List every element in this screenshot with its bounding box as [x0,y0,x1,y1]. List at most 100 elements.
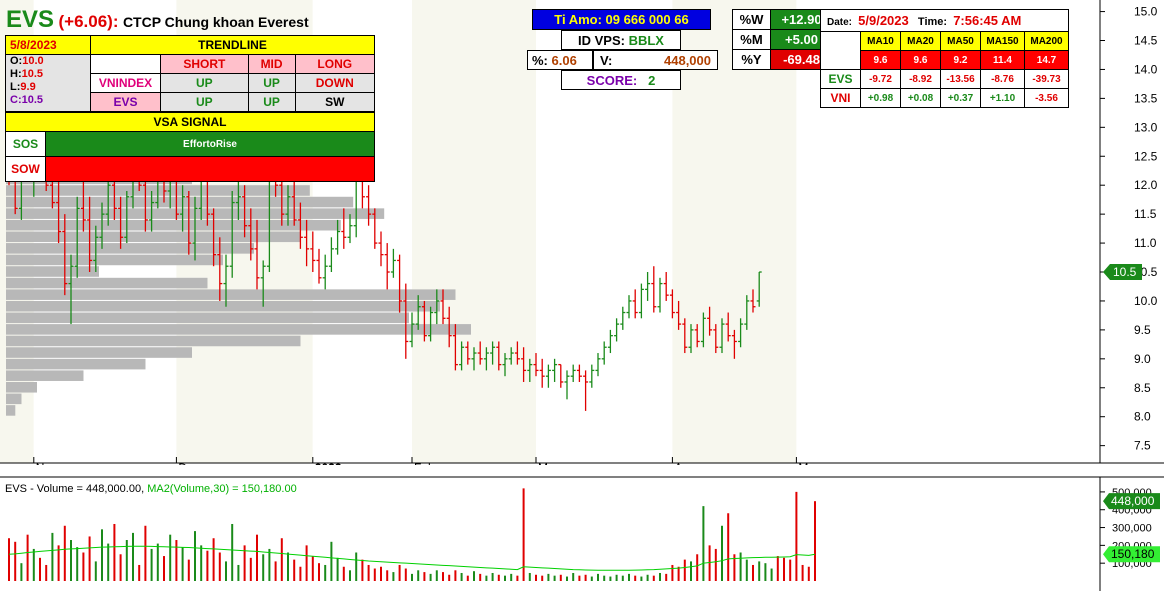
perf-label: %Y [732,49,771,70]
ma-header: MA150 [980,31,1025,51]
vsa-title: VSA SIGNAL [5,112,375,132]
volume-profile-bar [6,347,192,358]
ticker-symbol: EVS [6,6,55,33]
price-tick-label: 15.0 [1134,5,1158,19]
trend-cell: DOWN [294,73,375,93]
volume-profile-bar [6,393,22,405]
volume-profile-bar [6,277,208,289]
price-tick-label: 8.0 [1134,410,1151,424]
ma-diff: -8.92 [900,69,941,89]
score-box: SCORE: 2 [561,70,681,90]
contact-line: Ti Amo: 09 666 000 66 [532,9,711,30]
sos-label: SOS [5,131,46,157]
ma-volume-label: 150,180 [1111,547,1155,561]
trend-cell: UP [160,92,249,112]
trend-cell: SW [294,92,375,112]
price-change: (+6.06): [58,12,119,31]
ohlc-open: O:10.0 [10,55,44,67]
ma-value: 9.6 [860,50,901,70]
volume-profile-bar [6,358,146,370]
ma-diff: +1.10 [980,88,1025,108]
header-title: EVS (+6.06): CTCP Chung khoan Everest [6,6,309,34]
ma-value: 9.6 [900,50,941,70]
price-tick-label: 13.5 [1134,91,1158,105]
volume-profile-bar [6,335,301,347]
volume-profile-bar [6,254,223,266]
price-tick-label: 14.0 [1134,62,1158,76]
price-tick-label: 14.5 [1134,34,1158,48]
sos-value: EffortoRise [45,131,375,157]
perf-label: %M [732,29,771,50]
trend-row-name: EVS [90,92,161,112]
price-tick-label: 11.0 [1134,236,1157,250]
trendline-panel: 5/8/2023 TRENDLINE O:10.0 H:10.5 L:9.9 C… [5,35,375,182]
volume-profile-bar [6,312,409,324]
sow-label: SOW [5,156,46,182]
volume-box: V: 448,000 [593,50,718,70]
ma-value: 14.7 [1024,50,1069,70]
trend-header-mid: MID [247,54,296,74]
volume-profile-bar [6,370,84,381]
volume-profile-bar [6,405,16,416]
perf-label: %W [732,9,771,30]
ohlc-close: C:10.5 [10,94,44,106]
vps-box: ID VPS: BBLX [561,30,681,50]
ma-diff: -9.72 [860,69,901,89]
volume-tick-label: 300,000 [1112,523,1152,535]
trend-cell: UP [247,92,296,112]
trendline-title: TRENDLINE [90,35,375,55]
company-name: CTCP Chung khoan Everest [122,14,309,30]
price-tick-label: 12.0 [1134,178,1158,192]
last-price-label: 10.5 [1113,265,1137,279]
month-band [412,0,536,463]
pct-box: %: 6.06 [527,50,593,70]
price-tick-label: 13.0 [1134,120,1158,134]
session-date: 5/8/2023 [5,35,91,55]
ma-diff: +0.08 [900,88,941,108]
volume-legend: EVS - Volume = 448,000.00, MA2(Volume,30… [5,483,297,495]
ma-diff: -13.56 [940,69,981,89]
ma-datetime: Date: 5/9/2023 Time: 7:56:45 AM [820,9,1069,32]
ma-value: 9.2 [940,50,981,70]
volume-profile-bar [6,243,254,254]
trend-corner [90,54,161,74]
price-tick-label: 12.5 [1134,149,1158,163]
ma-header: MA50 [940,31,981,51]
ma-header: MA200 [1024,31,1069,51]
trend-header-short: SHORT [160,54,249,74]
volume-profile-bar [6,219,341,231]
volume-profile-bar [6,231,301,243]
price-tick-label: 7.5 [1134,439,1151,453]
price-tick-label: 8.5 [1134,381,1151,395]
volume-profile-bar [6,266,99,277]
volume-profile-bar [6,324,471,335]
ma-diff: -8.76 [980,69,1025,89]
ma-diff: -3.56 [1024,88,1069,108]
trend-header-long: LONG [294,54,375,74]
ma-header: MA10 [860,31,901,51]
price-tick-label: 10.0 [1134,294,1158,308]
ma-diff: +0.98 [860,88,901,108]
ohlc-low: L:9.9 [10,81,36,93]
sow-value [45,156,375,182]
ohlc-box: O:10.0 H:10.5 L:9.9 C:10.5 [5,54,91,112]
ohlc-high: H:10.5 [10,68,44,80]
price-tick-label: 11.5 [1134,207,1157,221]
price-tick-label: 9.5 [1134,323,1151,337]
price-tick-label: 9.0 [1134,352,1151,366]
ma-header: MA20 [900,31,941,51]
ma-row-name: EVS [820,69,861,89]
volume-profile-bar [6,289,456,300]
trend-row-name: VNINDEX [90,73,161,93]
ma-diff: -39.73 [1024,69,1069,89]
current-volume-label: 448,000 [1111,494,1155,508]
ma-value: 11.4 [980,50,1025,70]
volume-profile-bar [6,381,37,393]
vps-id: BBLX [628,32,664,48]
performance-panel: %W +12.90 %M +5.00 %Y -69.48 [732,9,833,70]
ma-diff: +0.37 [940,88,981,108]
trend-cell: UP [247,73,296,93]
trend-cell: UP [160,73,249,93]
ma-panel: Date: 5/9/2023 Time: 7:56:45 AM MA10 MA2… [820,9,1069,108]
ma-row-name: VNI [820,88,861,108]
